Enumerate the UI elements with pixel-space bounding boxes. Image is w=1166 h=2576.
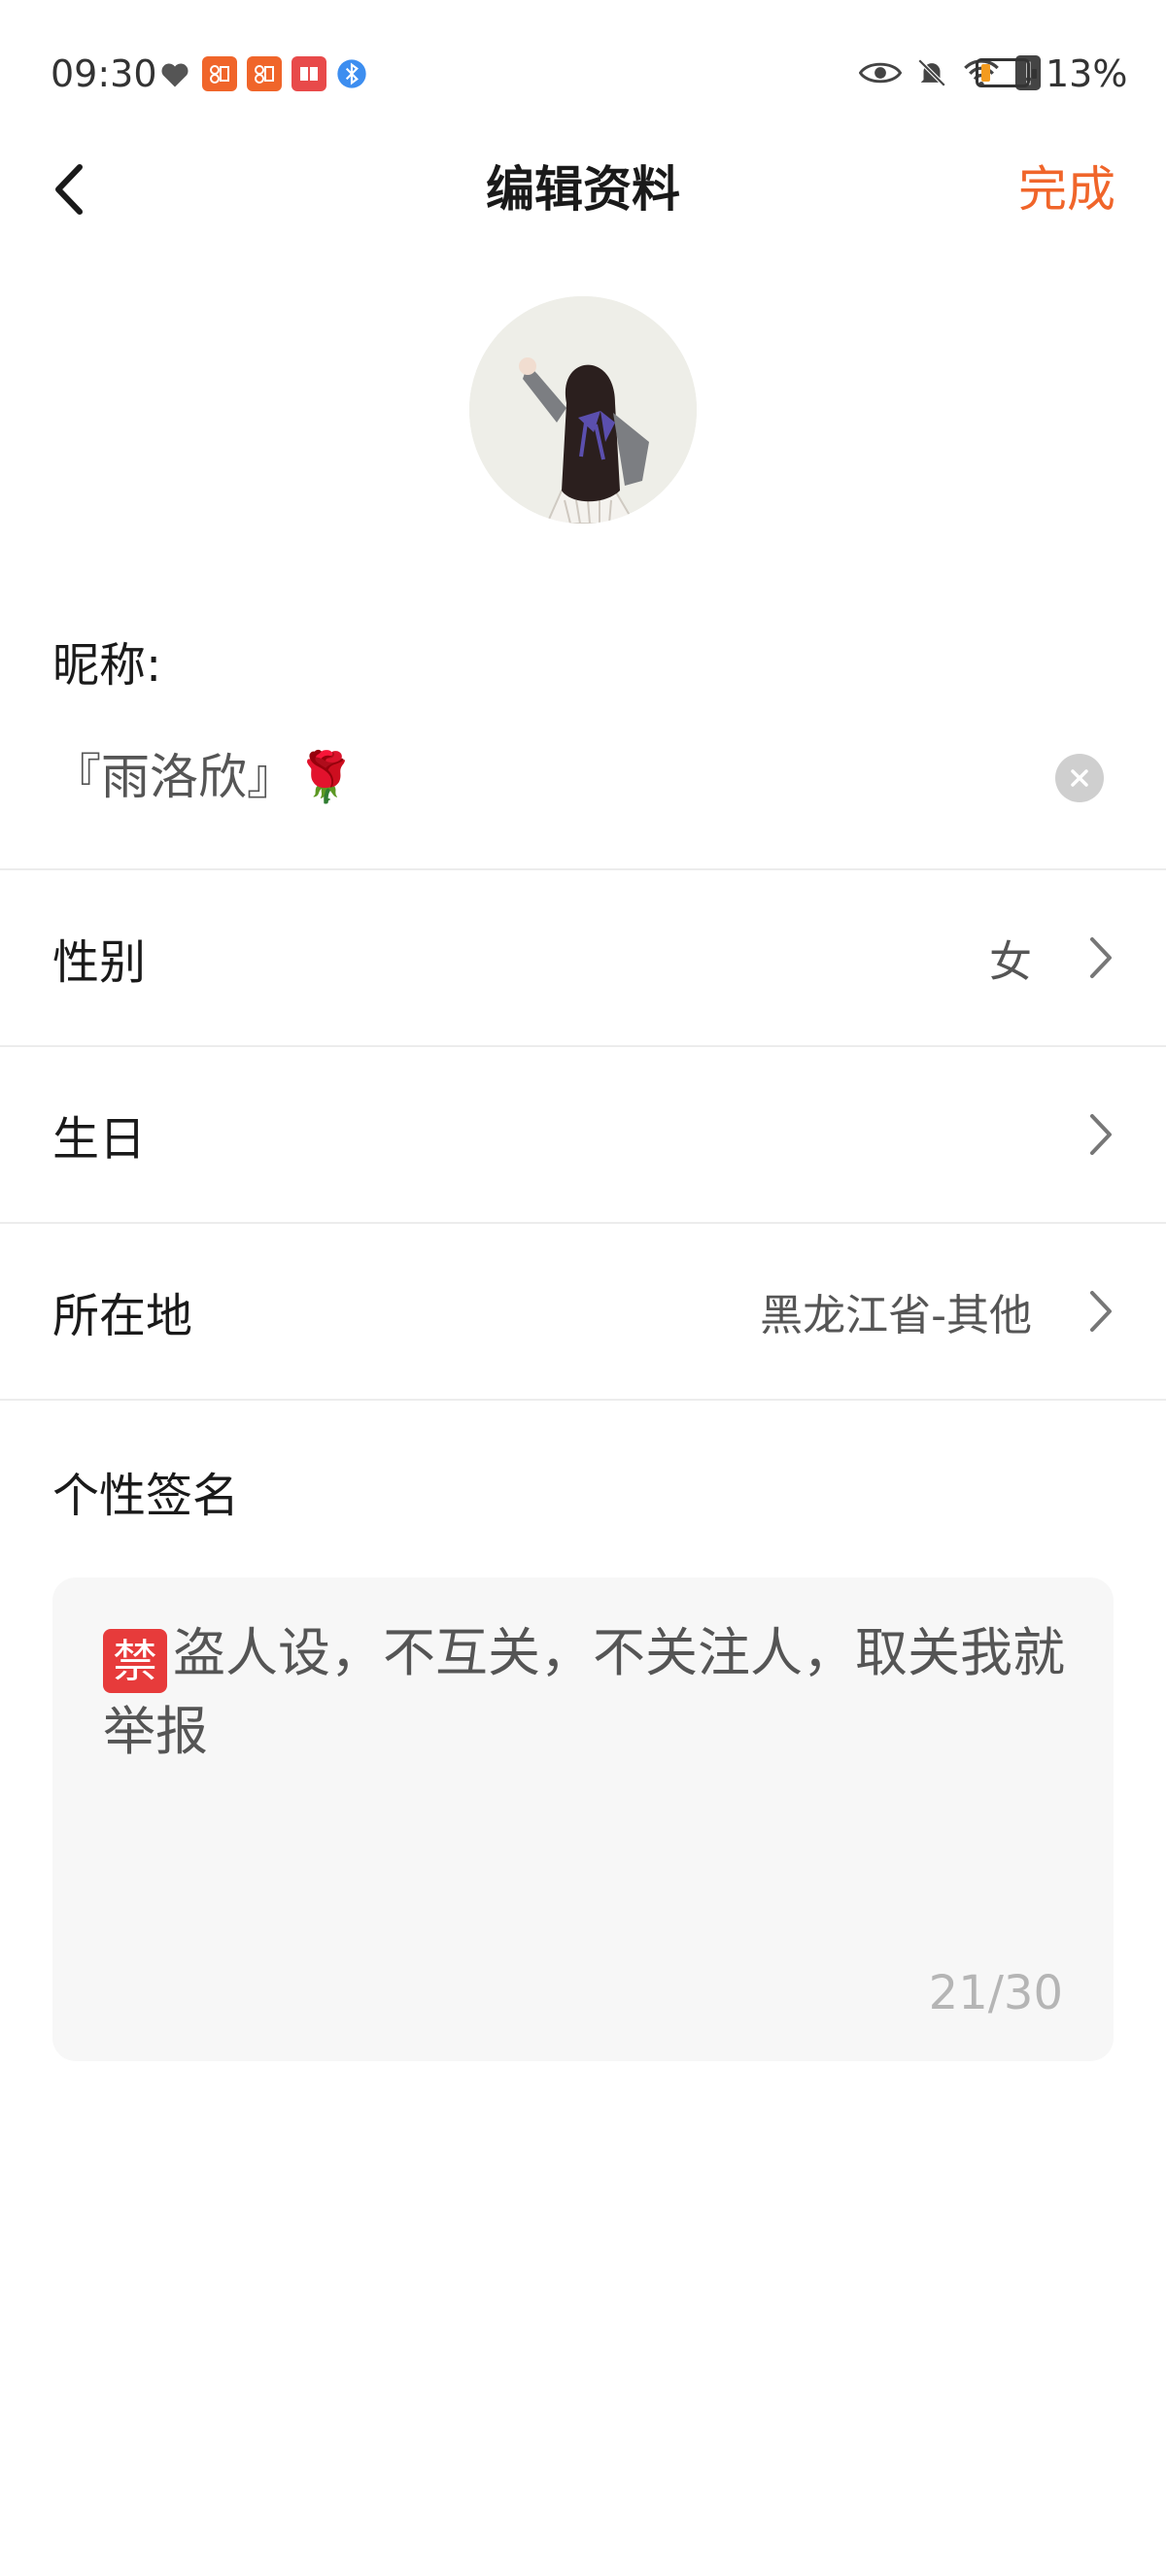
prohibited-emoji: 禁 xyxy=(103,1629,167,1693)
book-icon xyxy=(292,56,326,91)
gender-value: 女 xyxy=(989,937,1032,987)
chevron-right-icon xyxy=(1090,1291,1112,1332)
chevron-right-icon xyxy=(1090,937,1112,978)
signature-textarea[interactable]: 禁盗人设，不互关，不关注人，取关我就举报 21/30 xyxy=(52,1577,1114,2061)
status-time: 09:30 xyxy=(51,52,157,95)
birthday-label: 生日 xyxy=(52,1112,147,1167)
done-button[interactable]: 完成 xyxy=(1018,155,1115,223)
status-left-icons xyxy=(157,56,367,91)
bell-off-icon xyxy=(917,58,946,87)
gender-row[interactable]: 性别 女 xyxy=(0,870,1166,1045)
close-icon xyxy=(1071,769,1088,787)
location-row[interactable]: 所在地 黑龙江省-其他 xyxy=(0,1224,1166,1399)
signature-label: 个性签名 xyxy=(52,1469,240,1523)
status-bar: 09:30 13% xyxy=(0,0,1166,146)
nickname-input[interactable]: 『雨洛欣』🌹 xyxy=(52,743,1024,811)
app-icon xyxy=(202,56,237,91)
bluetooth-icon xyxy=(337,59,366,88)
battery-icon xyxy=(976,58,1037,87)
location-value: 黑龙江省-其他 xyxy=(760,1291,1032,1340)
signature-value: 盗人设，不互关，不关注人，取关我就举报 xyxy=(103,1622,1065,1762)
clear-button[interactable] xyxy=(1055,754,1104,802)
avatar[interactable] xyxy=(469,296,697,524)
eye-icon xyxy=(859,62,902,84)
page-title: 编辑资料 xyxy=(486,161,680,218)
heart-icon xyxy=(161,63,189,87)
nickname-label: 昵称: xyxy=(52,638,162,693)
birthday-row[interactable]: 生日 xyxy=(0,1047,1166,1222)
battery-percent: 13% xyxy=(1046,52,1128,95)
avatar-image xyxy=(469,296,697,524)
location-label: 所在地 xyxy=(52,1289,193,1343)
divider xyxy=(0,1399,1166,1401)
app-icon xyxy=(247,56,282,91)
gender-label: 性别 xyxy=(52,935,147,990)
chevron-right-icon xyxy=(1090,1114,1112,1155)
character-count: 21/30 xyxy=(928,1966,1063,2020)
signature-text: 禁盗人设，不互关，不关注人，取关我就举报 xyxy=(103,1614,1075,1771)
